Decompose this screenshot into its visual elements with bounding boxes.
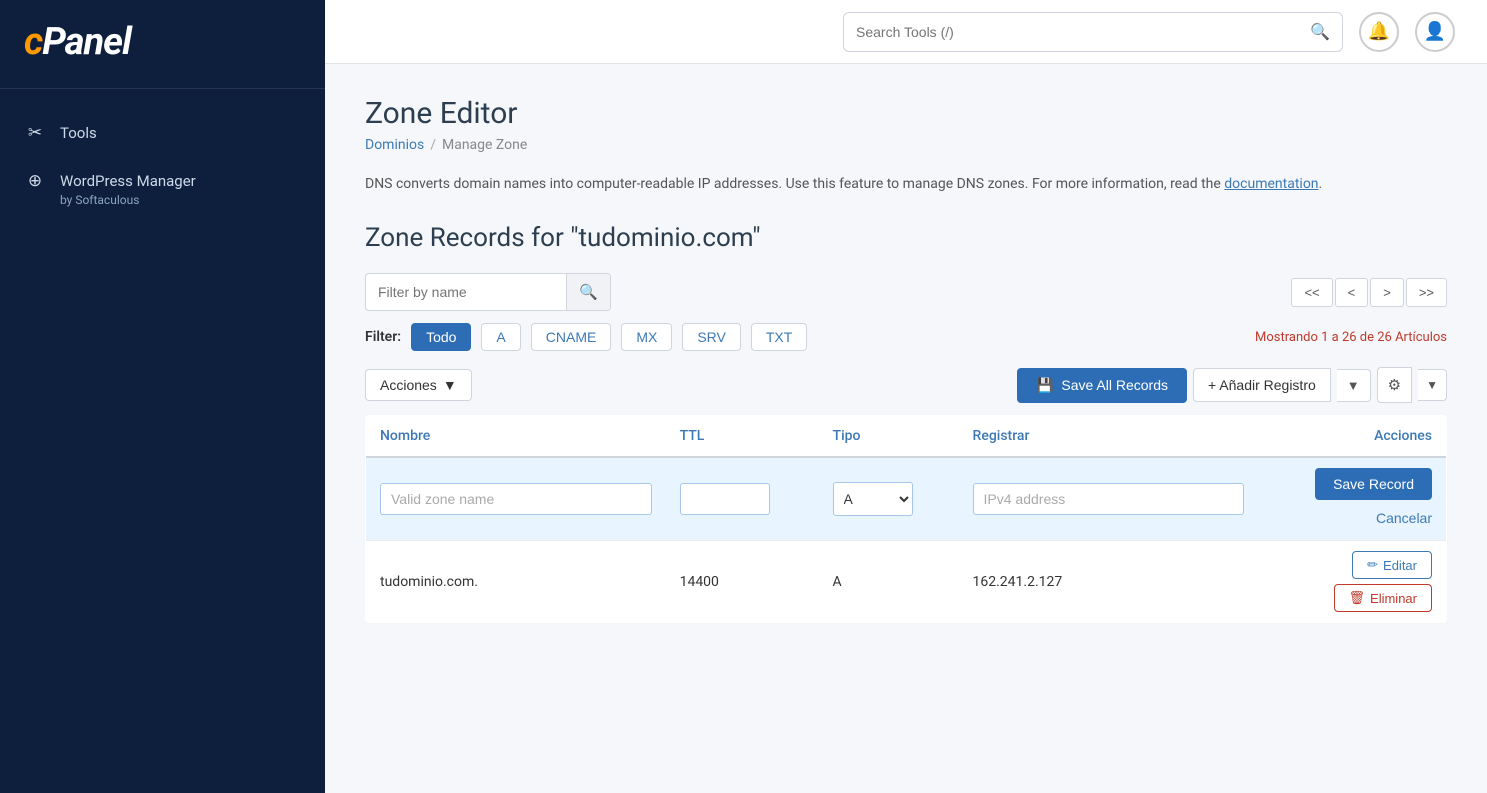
breadcrumb-separator: / — [430, 137, 436, 153]
col-registrar: Registrar — [959, 416, 1258, 458]
filter-btn-cname[interactable]: CNAME — [531, 323, 612, 351]
table-header: Nombre TTL Tipo Registrar Acciones — [366, 416, 1447, 458]
save-all-records-button[interactable]: 💾 Save All Records — [1017, 368, 1187, 403]
tools-icon: ✂ — [24, 123, 46, 143]
save-record-button[interactable]: Save Record — [1315, 468, 1432, 500]
sidebar-item-wp-label: WordPress Manager — [60, 172, 196, 190]
filter-input[interactable] — [366, 284, 566, 300]
sidebar-item-tools-label: Tools — [60, 124, 97, 142]
row-nombre: tudominio.com. — [366, 541, 666, 623]
filter-btn-mx[interactable]: MX — [621, 323, 672, 351]
topbar: 🔍 🔔 👤 — [325, 0, 1487, 64]
filter-row: 🔍 << < > >> — [365, 273, 1447, 311]
page-content: Zone Editor Dominios / Manage Zone DNS c… — [325, 64, 1487, 793]
filter-label: Filter: — [365, 329, 401, 345]
sidebar-item-tools[interactable]: ✂ Tools — [0, 109, 325, 157]
eliminar-button[interactable]: 🗑 Eliminar — [1334, 584, 1432, 612]
actions-bar: Acciones ▼ 💾 Save All Records + Añadir R… — [365, 367, 1447, 415]
filter-btn-txt[interactable]: TXT — [751, 323, 807, 351]
cpanel-logo: cPanel — [24, 20, 301, 64]
edit-nombre-input[interactable] — [380, 483, 652, 515]
pagination-next[interactable]: > — [1370, 278, 1404, 307]
acciones-button[interactable]: Acciones ▼ — [365, 369, 472, 401]
edit-registrar-cell — [959, 457, 1258, 541]
edit-tipo-select[interactable]: A AAAA CNAME MX SRV TXT — [833, 482, 913, 516]
filter-type-row: Filter: Todo A CNAME MX SRV TXT Mostrand… — [365, 323, 1447, 351]
row-tipo: A — [819, 541, 959, 623]
col-acciones: Acciones — [1258, 416, 1447, 458]
table-body: 14400 A AAAA CNAME MX SRV TXT — [366, 457, 1447, 623]
notifications-button[interactable]: 🔔 — [1359, 12, 1399, 52]
breadcrumb-home[interactable]: Dominios — [365, 137, 424, 153]
row-actions-cell: ✏ Editar 🗑 Eliminar — [1258, 541, 1447, 623]
edit-registrar-input[interactable] — [973, 483, 1244, 515]
acciones-caret-icon: ▼ — [443, 377, 457, 393]
filter-search-button[interactable]: 🔍 — [566, 273, 610, 311]
sidebar-nav: ✂ Tools ⊕ WordPress Manager by Softaculo… — [0, 89, 325, 241]
logo-area: cPanel — [0, 0, 325, 89]
main-content: 🔍 🔔 👤 Zone Editor Dominios / Manage Zone… — [325, 0, 1487, 793]
edit-tipo-cell: A AAAA CNAME MX SRV TXT — [819, 457, 959, 541]
pagination-first[interactable]: << — [1291, 278, 1332, 307]
filter-type-left: Filter: Todo A CNAME MX SRV TXT — [365, 323, 807, 351]
filter-btn-todo[interactable]: Todo — [411, 323, 471, 351]
page-title: Zone Editor — [365, 96, 1447, 131]
pagination-prev[interactable]: < — [1335, 278, 1369, 307]
cancelar-button[interactable]: Cancelar — [1376, 506, 1432, 530]
breadcrumb-current: Manage Zone — [442, 137, 527, 153]
filter-left: 🔍 — [365, 273, 611, 311]
page-description: DNS converts domain names into computer-… — [365, 173, 1447, 195]
save-icon: 💾 — [1036, 377, 1053, 394]
sidebar-item-wp-sublabel: by Softaculous — [24, 193, 139, 207]
search-icon: 🔍 — [1310, 22, 1330, 41]
actions-left: Acciones ▼ — [365, 369, 472, 401]
trash-icon: 🗑 — [1349, 590, 1366, 606]
gear-button[interactable]: ⚙ — [1377, 367, 1412, 403]
user-profile-button[interactable]: 👤 — [1415, 12, 1455, 52]
row-actions: ✏ Editar 🗑 Eliminar — [1272, 551, 1432, 612]
pagination-last[interactable]: >> — [1406, 278, 1447, 307]
edit-ttl-cell: 14400 — [666, 457, 819, 541]
editar-button[interactable]: ✏ Editar — [1352, 551, 1432, 579]
zone-table: Nombre TTL Tipo Registrar Acciones 14400 — [365, 415, 1447, 623]
table-row: tudominio.com. 14400 A 162.241.2.127 ✏ E… — [366, 541, 1447, 623]
add-registro-button[interactable]: + Añadir Registro — [1193, 368, 1331, 402]
edit-actions-cell: Save Record Cancelar — [1258, 457, 1447, 541]
wp-top: ⊕ WordPress Manager — [24, 171, 196, 191]
edit-actions-inner: Save Record Cancelar — [1272, 468, 1432, 530]
edit-ttl-input[interactable]: 14400 — [680, 483, 770, 515]
breadcrumb: Dominios / Manage Zone — [365, 137, 1447, 153]
col-ttl: TTL — [666, 416, 819, 458]
gear-dropdown-button[interactable]: ▼ — [1418, 369, 1447, 401]
col-tipo: Tipo — [819, 416, 959, 458]
row-ttl: 14400 — [666, 541, 819, 623]
edit-row: 14400 A AAAA CNAME MX SRV TXT — [366, 457, 1447, 541]
pagination-buttons: << < > >> — [1291, 278, 1447, 307]
filter-btn-a[interactable]: A — [481, 323, 520, 351]
documentation-link[interactable]: documentation — [1224, 176, 1318, 192]
sidebar-item-wordpress-manager[interactable]: ⊕ WordPress Manager by Softaculous — [0, 157, 325, 221]
filter-btn-srv[interactable]: SRV — [682, 323, 741, 351]
zone-title: Zone Records for "tudominio.com" — [365, 223, 1447, 253]
row-registrar: 162.241.2.127 — [959, 541, 1258, 623]
search-bar: 🔍 — [843, 12, 1343, 52]
wordpress-icon: ⊕ — [24, 171, 46, 191]
filter-input-wrap: 🔍 — [365, 273, 611, 311]
edit-pencil-icon: ✏ — [1367, 557, 1378, 573]
showing-text: Mostrando 1 a 26 de 26 Artículos — [1255, 330, 1447, 345]
actions-right: 💾 Save All Records + Añadir Registro ▼ ⚙… — [1017, 367, 1447, 403]
search-input[interactable] — [856, 24, 1302, 40]
add-registro-dropdown-button[interactable]: ▼ — [1337, 369, 1371, 402]
sidebar: cPanel ✂ Tools ⊕ WordPress Manager by So… — [0, 0, 325, 793]
edit-nombre-cell — [366, 457, 666, 541]
col-nombre: Nombre — [366, 416, 666, 458]
